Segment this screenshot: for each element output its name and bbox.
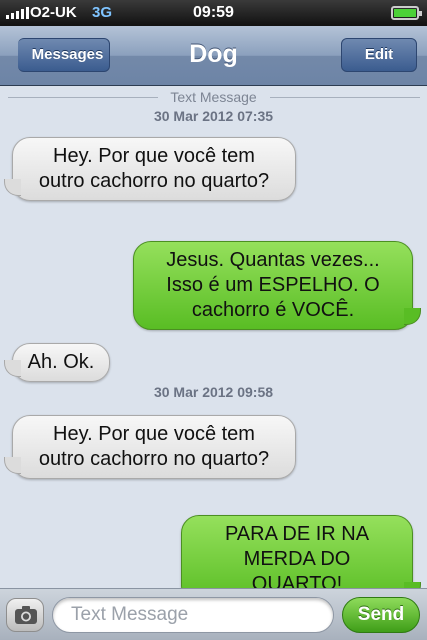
message-line: Isso é um ESPELHO. O bbox=[166, 274, 380, 296]
message-line: outro cachorro no quarto? bbox=[38, 448, 270, 470]
timestamp-2: 30 Mar 2012 09:58 bbox=[153, 384, 274, 400]
camera-icon bbox=[15, 606, 37, 624]
status-clock: 09:59 bbox=[193, 4, 234, 21]
message-line: Hey. Por que você tem bbox=[53, 423, 255, 445]
message-line: outro cachorro no quarto? bbox=[38, 170, 270, 192]
message-input[interactable]: Text Message bbox=[52, 597, 334, 633]
incoming-message-bubble[interactable]: Hey. Por que você tem outro cachorro no … bbox=[4, 137, 296, 201]
timestamp-1: 30 Mar 2012 07:35 bbox=[153, 108, 274, 124]
incoming-message-bubble[interactable]: Ah. Ok. bbox=[4, 343, 110, 382]
edit-button[interactable]: Edit bbox=[341, 38, 417, 72]
message-line: Ah. Ok. bbox=[27, 351, 95, 373]
message-composer: Text Message Send bbox=[0, 588, 427, 640]
navigation-bar: Messages Dog Edit bbox=[0, 26, 427, 86]
text-message-label: Text Message bbox=[170, 89, 257, 105]
status-bar: O2-UK 3G 09:59 bbox=[0, 0, 427, 26]
message-line: cachorro é VOCÊ. bbox=[191, 299, 355, 321]
camera-button[interactable] bbox=[6, 598, 44, 632]
battery-level bbox=[394, 9, 416, 17]
message-line: Hey. Por que você tem bbox=[53, 145, 255, 167]
send-button[interactable]: Send bbox=[342, 597, 420, 633]
message-line: Jesus. Quantas vezes... bbox=[166, 249, 380, 271]
battery-icon bbox=[391, 6, 422, 20]
outgoing-message-bubble[interactable]: Jesus. Quantas vezes... Isso é um ESPELH… bbox=[133, 241, 421, 330]
incoming-message-bubble[interactable]: Hey. Por que você tem outro cachorro no … bbox=[4, 415, 296, 479]
message-line: PARA DE IR NA bbox=[224, 523, 370, 545]
